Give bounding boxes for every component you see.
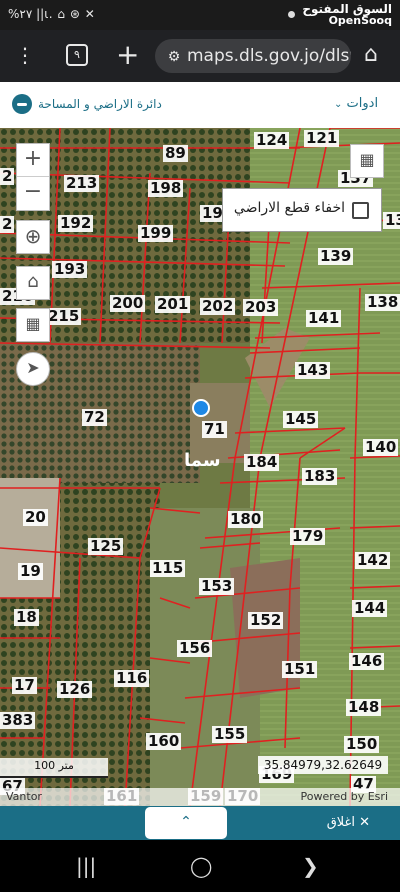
expand-panel-button[interactable]: ⌃ [144, 806, 228, 840]
parcel-label[interactable]: 72 [82, 409, 107, 426]
parcel-label[interactable]: 139 [318, 248, 354, 265]
watermark-brand: السوق المفتوح OpenSooq [302, 2, 392, 27]
system-nav-bar: ||| ◯ ❯ [0, 840, 400, 892]
home-extent-button[interactable]: ⌂ [16, 266, 50, 300]
parcel-label[interactable]: 115 [150, 560, 186, 577]
map-view[interactable]: 89 124 121 137 213 198 192 199 193 139 1… [0, 128, 400, 806]
home-icon[interactable]: ⌂ [364, 42, 378, 67]
coordinates-readout: 35.84979,32.62649 [258, 756, 388, 774]
parcel-label[interactable]: 18 [14, 609, 39, 626]
chevron-up-icon: ⌃ [180, 814, 192, 830]
parcel-label[interactable]: 142 [355, 552, 391, 569]
hide-parcels-control[interactable]: اخفاء قطع الاراضي [222, 188, 382, 232]
parcel-label[interactable]: 152 [248, 612, 284, 629]
parcel-label[interactable]: 146 [349, 653, 385, 670]
parcel-label[interactable]: 121 [304, 130, 340, 147]
tools-menu[interactable]: ⌄ ادوات [330, 96, 378, 111]
parcel-label[interactable]: 192 [58, 215, 94, 232]
back-icon[interactable]: ❯ [302, 854, 319, 878]
parcel-label[interactable]: 71 [202, 421, 227, 438]
parcel-label[interactable]: 203 [243, 299, 279, 316]
chevron-down-icon: ⌄ [334, 99, 343, 110]
parcel-label[interactable]: 148 [346, 699, 382, 716]
scale-bar: 100 متر [0, 758, 108, 778]
parcel-label[interactable]: 17 [12, 677, 37, 694]
grid-icon: ▦ [359, 150, 375, 169]
attribution-source: Vantor [6, 790, 42, 803]
parcel-label[interactable]: 138 [365, 294, 400, 311]
hide-parcels-label: اخفاء قطع الاراضي [233, 200, 345, 216]
parcel-label[interactable]: 2 [0, 168, 15, 185]
parcel-label[interactable]: 124 [254, 132, 290, 149]
close-button[interactable]: اغلاق ✕ [327, 815, 370, 830]
bottom-panel-bar: ⌃ اغلاق ✕ [0, 806, 400, 840]
home-icon: ⌂ [27, 271, 39, 292]
parcel-label[interactable]: 144 [352, 600, 388, 617]
zoom-out-button[interactable]: − [17, 176, 49, 209]
site-settings-icon[interactable]: ⚙ [161, 40, 187, 73]
parcel-label[interactable]: 200 [110, 295, 146, 312]
ruler-icon: ▦ [25, 314, 41, 333]
current-location-icon [192, 399, 210, 417]
parcel-label[interactable]: 202 [200, 298, 236, 315]
parcel-label[interactable]: 213 [64, 175, 100, 192]
url-text: maps.dls.gov.jo/dlsw [187, 46, 351, 66]
dls-logo-icon [12, 94, 32, 114]
browser-menu-icon[interactable]: ⋮ [15, 43, 35, 67]
notification-dot-icon [288, 11, 295, 18]
parcel-label[interactable]: 201 [155, 296, 191, 313]
basemap-gallery-button[interactable]: ▦ [350, 144, 384, 178]
compass-button[interactable]: ➤ [16, 352, 50, 386]
app-header: دائرة الاراضي و المساحة ⌄ ادوات [0, 82, 400, 128]
parcel-label[interactable]: 215 [46, 308, 82, 325]
parcel-label[interactable]: 199 [138, 225, 174, 242]
parcel-label[interactable]: 155 [212, 726, 248, 743]
parcel-label[interactable]: 2 [0, 216, 15, 233]
parcel-label[interactable]: 141 [306, 310, 342, 327]
attribution-bar: Vantor Powered by Esri [0, 788, 400, 806]
hide-parcels-checkbox[interactable] [352, 202, 369, 219]
parcel-label[interactable]: 136 [383, 212, 400, 229]
parcel-label[interactable]: 145 [283, 411, 319, 428]
new-tab-icon[interactable]: + [116, 38, 139, 71]
parcel-label[interactable]: 193 [52, 261, 88, 278]
recent-apps-icon[interactable]: ||| [76, 854, 96, 878]
parcel-label[interactable]: 19 [18, 563, 43, 580]
parcel-label[interactable]: 183 [302, 468, 338, 485]
crosshair-icon: ⊕ [24, 224, 42, 248]
parcel-label[interactable]: 140 [363, 439, 399, 456]
parcel-label[interactable]: 89 [163, 145, 188, 162]
parcel-label[interactable]: 143 [295, 362, 331, 379]
status-bar: %٢٧ ||ι. ⌂ ⊛ ✕ السوق المفتوح OpenSooq [0, 0, 400, 30]
home-nav-icon[interactable]: ◯ [190, 854, 212, 878]
locate-me-button[interactable]: ⊕ [16, 220, 50, 254]
close-label: اغلاق [326, 815, 355, 830]
attribution-esri[interactable]: Powered by Esri [300, 788, 388, 806]
parcel-label[interactable]: 184 [244, 454, 280, 471]
address-bar[interactable]: ⚙ maps.dls.gov.jo/dlsw [155, 39, 351, 73]
app-title: دائرة الاراضي و المساحة [12, 94, 162, 114]
measure-button[interactable]: ▦ [16, 308, 50, 342]
parcel-label[interactable]: 160 [146, 733, 182, 750]
handwritten-label: سما [184, 450, 221, 471]
parcel-label[interactable]: 179 [290, 528, 326, 545]
zoom-controls: + − [16, 143, 50, 211]
parcel-label[interactable]: 151 [282, 661, 318, 678]
parcel-label[interactable]: 20 [23, 509, 48, 526]
parcel-label[interactable]: 125 [88, 538, 124, 555]
parcel-label[interactable]: 153 [199, 578, 235, 595]
parcel-label[interactable]: 198 [148, 180, 184, 197]
parcel-label[interactable]: 116 [114, 670, 150, 687]
parcel-label[interactable]: 383 [0, 712, 36, 729]
parcel-label[interactable]: 156 [177, 640, 213, 657]
compass-icon: ➤ [26, 358, 40, 377]
close-icon: ✕ [359, 815, 370, 830]
status-icons: %٢٧ ||ι. ⌂ ⊛ ✕ [8, 7, 96, 21]
browser-toolbar: ⋮ ٩ + ⚙ maps.dls.gov.jo/dlsw ⌂ [0, 30, 400, 82]
parcel-label[interactable]: 180 [228, 511, 264, 528]
zoom-in-button[interactable]: + [17, 144, 49, 176]
parcel-label[interactable]: 150 [344, 736, 380, 753]
tab-switcher-button[interactable]: ٩ [66, 44, 88, 66]
parcel-label[interactable]: 126 [57, 681, 93, 698]
